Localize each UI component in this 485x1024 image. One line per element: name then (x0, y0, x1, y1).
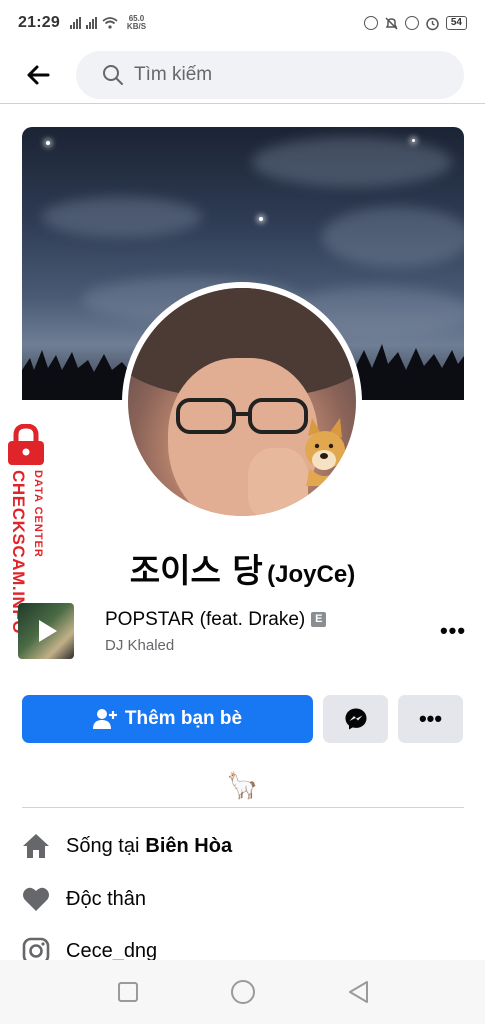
divider (22, 807, 464, 808)
profile-actions: Thêm bạn bè ••• (22, 695, 464, 743)
wifi-icon (102, 17, 118, 29)
status-right-icons: 54 (363, 16, 467, 31)
system-nav-bar (0, 960, 485, 1024)
padlock-watermark-icon (8, 423, 44, 465)
play-icon (39, 620, 57, 642)
add-friend-label: Thêm bạn bè (124, 708, 243, 729)
alarm-icon (426, 17, 439, 30)
battery-indicator: 54 (445, 16, 467, 30)
recents-button[interactable] (108, 972, 148, 1012)
home-button[interactable] (223, 972, 263, 1012)
detail-lives-in: Sống tại Biên Hòa (22, 830, 462, 862)
triangle-back-icon (348, 981, 368, 1003)
add-friend-icon (92, 709, 117, 729)
song-title: POPSTAR (feat. Drake) (105, 608, 306, 630)
song-artist: DJ Khaled (105, 636, 175, 654)
search-placeholder: Tìm kiếm (134, 63, 213, 85)
profile-name: 조이스 당 (JoyCe) (0, 544, 485, 592)
back-nav-button[interactable] (338, 972, 378, 1012)
detail-lives-in-prefix: Sống tại (66, 834, 140, 857)
search-input[interactable]: Tìm kiếm (76, 50, 464, 99)
add-friend-button[interactable]: Thêm bạn bè (22, 695, 313, 743)
more-options-button[interactable]: ••• (398, 695, 463, 743)
messenger-button[interactable] (323, 695, 388, 743)
heart-icon (22, 885, 50, 913)
album-art[interactable] (18, 603, 74, 659)
profile-picture[interactable] (122, 282, 362, 522)
search-icon (103, 64, 123, 85)
music-more-button[interactable]: ••• (438, 616, 468, 646)
arrow-left-icon (27, 65, 50, 84)
song-info: POPSTAR (feat. Drake) E DJ Khaled (105, 609, 438, 654)
data-saver-icon (363, 16, 378, 30)
status-time: 21:29 (18, 14, 60, 31)
song-title-row: POPSTAR (feat. Drake) E (105, 609, 438, 631)
status-left-icons: 65.0 KB/S (69, 15, 146, 31)
lock-icon (404, 16, 419, 30)
doge-sticker-icon (305, 418, 345, 486)
circle-icon (230, 980, 255, 1004)
detail-relationship-text: Độc thân (66, 887, 147, 910)
explicit-badge: E (311, 612, 327, 627)
profile-music[interactable]: POPSTAR (feat. Drake) E DJ Khaled ••• (18, 600, 468, 662)
messenger-icon (345, 708, 366, 730)
detail-relationship: Độc thân (22, 883, 462, 915)
net-speed-unit: KB/S (126, 22, 147, 31)
status-bar: 21:29 65.0 KB/S 54 (0, 0, 485, 46)
home-icon (22, 832, 50, 860)
back-button[interactable] (0, 46, 76, 104)
bio: 🦙 (226, 770, 259, 800)
top-nav: Tìm kiếm (0, 46, 485, 104)
mute-bell-icon (385, 16, 398, 30)
profile-name-alternate: (JoyCe) (267, 561, 356, 588)
signal-icon-2 (85, 17, 97, 29)
signal-icon (69, 17, 81, 29)
detail-lives-in-location[interactable]: Biên Hòa (145, 835, 232, 858)
square-icon (117, 982, 138, 1002)
profile-name-primary: 조이스 당 (129, 551, 263, 590)
net-speed: 65.0 KB/S (127, 15, 146, 31)
avatar (128, 288, 356, 516)
